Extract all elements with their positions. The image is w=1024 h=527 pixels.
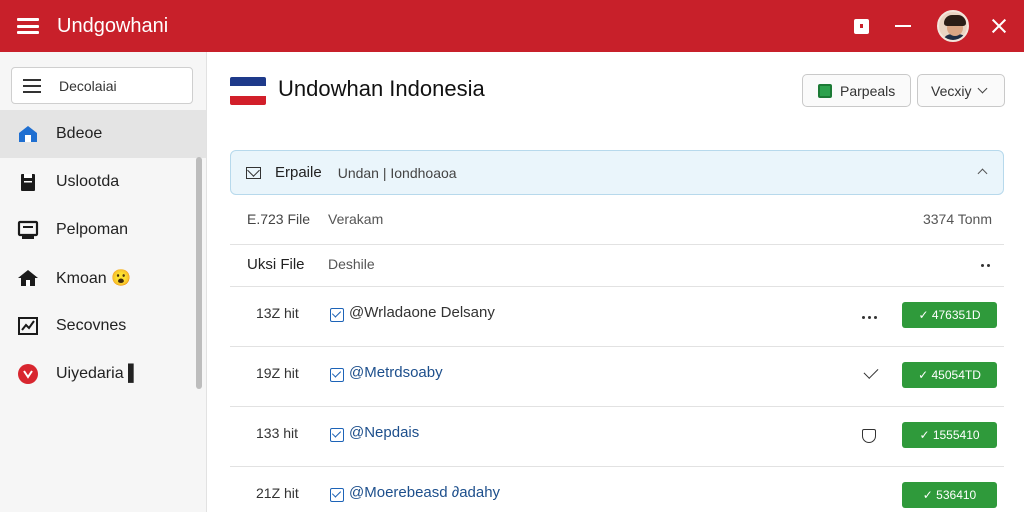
menu-icon[interactable] (17, 18, 39, 34)
view-dropdown-label: Vecxiy (931, 82, 972, 99)
sidebar-item-label: Uiyedaria ▌ (56, 365, 140, 382)
sidebar-item-kmoan[interactable]: Kmoan 😮 (0, 254, 206, 302)
check-icon[interactable] (862, 364, 879, 385)
sidebar-item-label: Secovnes (56, 317, 127, 334)
minimize-icon[interactable] (895, 18, 911, 34)
chart-icon (17, 315, 39, 337)
column-header-file[interactable]: Uksi File (247, 256, 305, 273)
mail-icon (246, 166, 261, 179)
filter-bar[interactable]: Erpaile Undan | Iondhoaoa (230, 150, 1004, 195)
house-icon (17, 267, 39, 289)
row-size: 21Z hit (256, 485, 299, 501)
list-icon (23, 78, 41, 93)
row-name[interactable]: @Moerebeasd ∂adahy (349, 484, 500, 501)
sidebar-item-uiyedaria[interactable]: Uiyedaria ▌ (0, 350, 206, 398)
filter-label: Erpaile (275, 164, 322, 181)
checkbox-icon[interactable] (330, 368, 344, 382)
sidebar-scrollbar[interactable] (196, 157, 202, 389)
app-title: Undgowhani (57, 14, 169, 37)
monitor-icon (17, 219, 39, 241)
sidebar-item-home[interactable]: Bdeoe (0, 110, 206, 158)
share-button[interactable]: Parpeals (802, 74, 911, 107)
sidebar-item-label: Kmoan 😮 (56, 270, 132, 287)
summary-column: Verakam (328, 211, 384, 227)
more-icon[interactable] (981, 264, 990, 267)
table-row[interactable]: 133 hit @Nepdais ✓ 1555410 (230, 407, 1004, 467)
row-size: 133 hit (256, 425, 299, 441)
checkbox-icon[interactable] (330, 308, 344, 322)
summary-total: 3374 Tonm (922, 211, 992, 227)
sidebar: Decolaiai Bdeoe Uslootda Pelpoman Kmoan … (0, 52, 207, 512)
page-title: Undowhan Indonesia (278, 76, 485, 101)
sidebar-item-label: Pelpoman (56, 221, 129, 238)
record-icon (17, 363, 39, 385)
chevron-up-icon[interactable] (977, 168, 988, 179)
home-icon (17, 123, 39, 145)
status-badge[interactable]: ✓ 476351D (902, 302, 997, 328)
sidebar-search-label: Decolaiai (59, 77, 117, 94)
share-icon (818, 83, 832, 98)
sidebar-item-label: Bdeoe (56, 125, 103, 142)
close-icon[interactable] (991, 18, 1007, 34)
table-row[interactable]: 13Z hit @Wrladaone Delsany ✓ 476351D (230, 287, 1004, 347)
shield-icon[interactable] (862, 429, 878, 445)
main-panel: Undowhan Indonesia Parpeals Vecxiy Erpai… (208, 52, 1024, 512)
checkbox-icon[interactable] (330, 488, 344, 502)
status-badge[interactable]: ✓ 1555410 (902, 422, 997, 448)
table-header: Uksi File Deshile (230, 245, 1004, 287)
status-badge[interactable]: ✓ 536410 (902, 482, 997, 508)
row-size: 13Z hit (256, 305, 299, 321)
file-count: E.723 File (247, 211, 311, 227)
sidebar-item-pelpoman[interactable]: Pelpoman (0, 206, 206, 254)
sidebar-item-label: Uslootda (56, 173, 120, 190)
checkbox-icon[interactable] (330, 428, 344, 442)
sidebar-search[interactable]: Decolaiai (11, 67, 193, 104)
chevron-down-icon (978, 83, 988, 94)
share-button-label: Parpeals (840, 82, 896, 99)
view-dropdown[interactable]: Vecxiy (917, 74, 1005, 107)
row-name[interactable]: @Metrdsoaby (349, 364, 443, 381)
more-icon[interactable] (862, 309, 878, 325)
folder-icon (17, 171, 39, 193)
avatar[interactable] (937, 10, 969, 42)
row-name[interactable]: @Wrladaone Delsany (349, 304, 495, 321)
table-row[interactable]: 19Z hit @Metrdsoaby ✓ 45054TD (230, 347, 1004, 407)
filter-value: Undan | Iondhoaoa (337, 164, 457, 181)
window-icon[interactable] (853, 18, 869, 34)
column-header-description[interactable]: Deshile (328, 256, 375, 272)
flag-icon (230, 77, 266, 105)
row-name[interactable]: @Nepdais (349, 424, 419, 441)
table-row[interactable]: 21Z hit @Moerebeasd ∂adahy ✓ 536410 (230, 467, 1004, 527)
sidebar-item-secovnes[interactable]: Secovnes (0, 302, 206, 350)
status-badge[interactable]: ✓ 45054TD (902, 362, 997, 388)
summary-row: E.723 File Verakam 3374 Tonm (230, 197, 1004, 245)
title-bar: Undgowhani (0, 0, 1024, 52)
row-size: 19Z hit (256, 365, 299, 381)
sidebar-item-uslootda[interactable]: Uslootda (0, 158, 206, 206)
